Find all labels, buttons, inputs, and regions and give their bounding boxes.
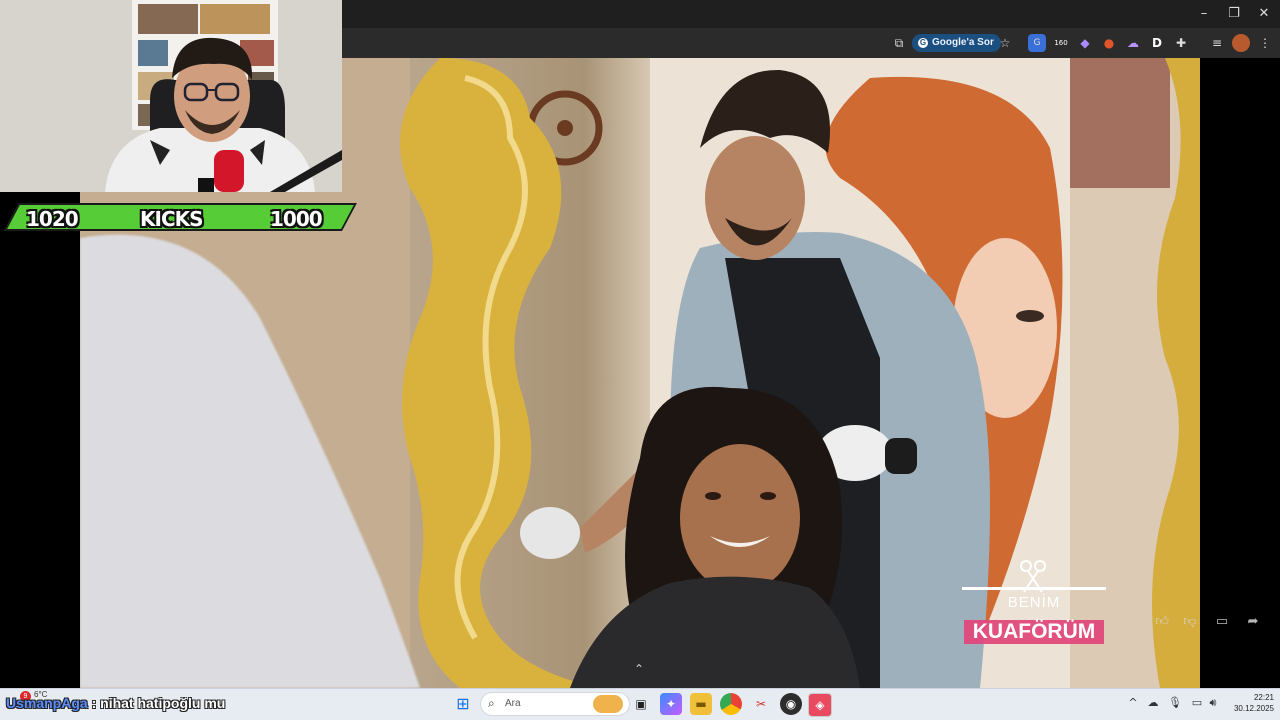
windows-start-icon[interactable]: ⊞ [452,693,474,715]
chat-text: nihat hatipoğlu mu [100,695,226,711]
streamer-webcam [0,0,342,192]
search-placeholder: Ara [505,698,521,709]
kicks-current: 1020 [26,207,79,231]
chrome-icon[interactable] [720,693,742,715]
widgets-icon [593,695,623,713]
copilot-icon[interactable]: ✦ [660,693,682,715]
kicks-label: KICKS [140,207,204,231]
taskbar-search[interactable]: ⌕ Ara [480,692,630,716]
profile-extension-icon[interactable]: D [1148,34,1166,52]
extension-counter-icon[interactable]: 160 [1052,34,1070,52]
close-icon[interactable]: ✕ [1256,6,1272,22]
webcam-frame [0,0,342,192]
restore-icon[interactable]: ❐ [1226,6,1242,22]
translate-extension-icon[interactable]: G [1028,34,1046,52]
chevron-up-icon[interactable]: ⌃ [634,662,644,676]
comment-icon[interactable]: ▭ [1214,614,1230,630]
reading-list-icon[interactable]: ≡ [1208,34,1226,52]
network-icon[interactable]: ▭ [1190,696,1204,710]
fox-extension-icon[interactable]: ● [1100,34,1118,52]
chat-separator: : [87,695,101,711]
show-logo: BENİM KUAFÖRÜM [962,556,1106,646]
kicks-goal: 1000 [270,207,323,231]
profile-extension-letter: D [1152,36,1162,50]
chat-username: UsmanpAga [6,695,88,711]
tray-overflow-icon[interactable]: ^ [1126,696,1140,710]
volume-icon[interactable]: 🔊︎ [1206,696,1220,710]
profile-avatar-icon[interactable] [1232,34,1250,52]
taskbar-clock[interactable]: 22:21 30.12.2025 [1222,692,1274,714]
extension-badge: 160 [1054,39,1068,47]
snipping-tool-icon[interactable]: ✂ [750,693,772,715]
clock-date: 30.12.2025 [1233,704,1274,713]
logo-line1: BENİM [1007,594,1061,611]
file-explorer-icon[interactable]: ▬ [690,693,712,715]
obs-icon[interactable]: ◉ [780,693,802,715]
kicks-goal-bar: 1020 KICKS 1000 [4,203,357,233]
cast-icon[interactable]: ⧉ [890,34,908,52]
clock-time: 22:21 [1253,693,1274,702]
minimize-icon[interactable]: – [1196,6,1212,22]
cloud-extension-icon[interactable]: ☁ [1124,34,1142,52]
browser-menu-icon[interactable]: ⋮ [1256,34,1274,52]
search-icon: ⌕ [488,696,495,710]
extensions-puzzle-icon[interactable]: ✚ [1172,34,1190,52]
google-icon: G [918,38,928,48]
google-ask-label: Google'a Sor [932,37,994,48]
like-icon[interactable]: 👍︎ [1154,614,1170,630]
microphone-icon[interactable]: 🎙︎ [1168,696,1182,710]
google-ask-button[interactable]: G Google'a Sor [912,34,1001,52]
browser-app-icon[interactable]: ◈ [808,693,832,717]
share-icon[interactable]: ➦ [1245,614,1261,630]
logo-line2: KUAFÖRÜM [972,620,1096,643]
onedrive-icon[interactable]: ☁ [1146,696,1160,710]
task-view-icon[interactable]: ▣ [630,693,652,715]
dislike-icon[interactable]: 👎︎ [1182,614,1198,630]
chat-message: UsmanpAga : nihat hatipoğlu mu [6,695,225,711]
shield-extension-icon[interactable]: ◆ [1076,34,1094,52]
bookmark-star-icon[interactable]: ☆ [996,34,1014,52]
